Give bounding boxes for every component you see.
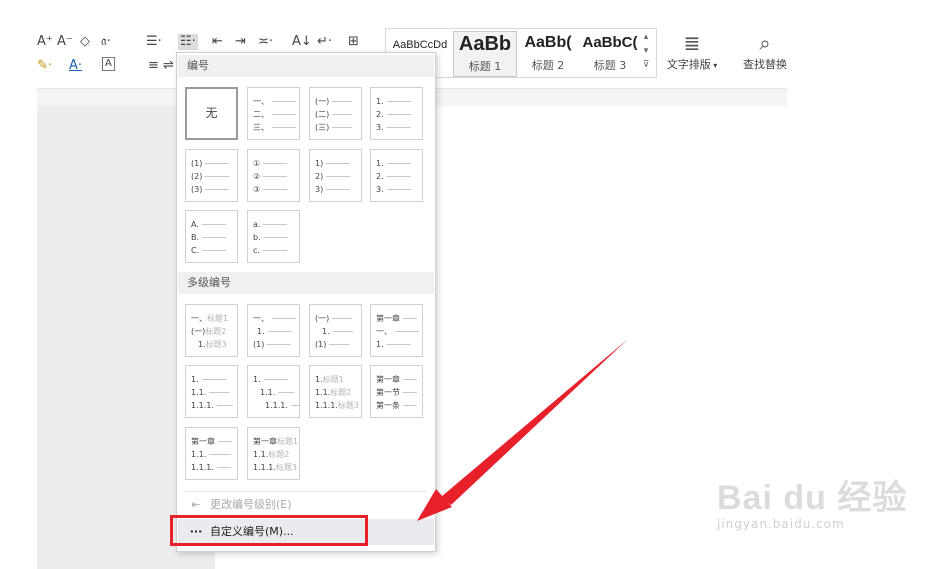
baidu-watermark: Bai du 经验 jingyan.baidu.com [717,470,907,531]
watermark-url: jingyan.baidu.com [717,517,845,531]
watermark-logo: Bai du 经验 [717,479,908,517]
